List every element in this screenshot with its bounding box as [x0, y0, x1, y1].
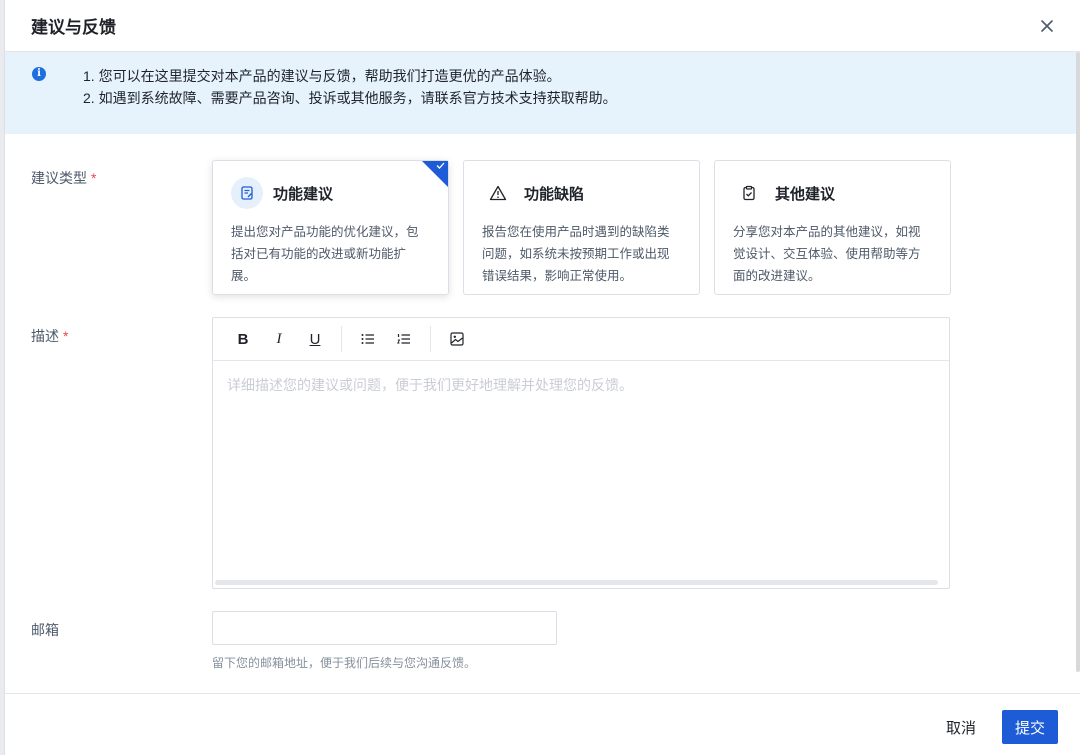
editor-toolbar: B I U: [213, 318, 949, 361]
type-card-defect[interactable]: 功能缺陷 报告您在使用产品时遇到的缺陷类问题，如系统未按预期工作或出现错误结果，…: [463, 160, 700, 295]
required-mark: *: [63, 328, 69, 344]
type-card-title: 功能缺陷: [524, 185, 585, 203]
type-card-title: 功能建议: [273, 185, 334, 203]
email-label: 邮箱: [31, 622, 59, 638]
type-card-desc: 分享您对本产品的其他建议，如视觉设计、交互体验、使用帮助等方面的改进建议。: [733, 225, 921, 283]
dialog-header: 建议与反馈: [5, 0, 1080, 52]
type-card-other[interactable]: 其他建议 分享您对本产品的其他建议，如视觉设计、交互体验、使用帮助等方面的改进建…: [714, 160, 951, 295]
dialog-title: 建议与反馈: [31, 18, 116, 37]
image-icon: [450, 332, 464, 346]
description-label: 描述 *: [31, 328, 69, 344]
toolbar-divider: [430, 326, 431, 352]
insert-image-button[interactable]: [439, 325, 475, 353]
notice-line-1: 1. 您可以在这里提交对本产品的建议与反馈，帮助我们打造更优的产品体验。: [83, 68, 561, 84]
feedback-dialog: 建议与反馈 i 1. 您可以在这里提交对本产品的建议与反馈，帮助我们打造更优的产…: [4, 0, 1080, 755]
rich-text-editor: B I U 详细描述您的建议或问题，便于我们更好地理解并处理您的反馈。: [212, 317, 950, 589]
bullet-list-button[interactable]: [350, 325, 386, 353]
vertical-scrollbar[interactable]: [1076, 52, 1080, 672]
notice-line-2: 2. 如遇到系统故障、需要产品咨询、投诉或其他服务，请联系官方技术支持获取帮助。: [83, 90, 617, 106]
underline-button[interactable]: U: [297, 325, 333, 353]
italic-button[interactable]: I: [261, 325, 297, 353]
bold-button[interactable]: B: [225, 325, 261, 353]
type-card-feature[interactable]: 功能建议 提出您对产品功能的优化建议，包括对已有功能的改进或新功能扩展。: [212, 160, 449, 295]
email-hint: 留下您的邮箱地址，便于我们后续与您沟通反馈。: [212, 656, 477, 670]
cancel-button[interactable]: 取消: [938, 711, 984, 743]
horizontal-scrollbar[interactable]: [215, 580, 938, 585]
check-icon: [436, 162, 445, 169]
toolbar-divider: [341, 326, 342, 352]
type-card-desc: 报告您在使用产品时遇到的缺陷类问题，如系统未按预期工作或出现错误结果，影响正常使…: [482, 225, 670, 283]
email-field[interactable]: [212, 611, 557, 645]
edit-document-icon: [231, 177, 263, 209]
warning-icon: [482, 177, 514, 209]
suggestion-type-options: 功能建议 提出您对产品功能的优化建议，包括对已有功能的改进或新功能扩展。 功能缺…: [212, 160, 951, 295]
info-notice: i 1. 您可以在这里提交对本产品的建议与反馈，帮助我们打造更优的产品体验。 2…: [5, 52, 1080, 134]
description-input[interactable]: 详细描述您的建议或问题，便于我们更好地理解并处理您的反馈。: [213, 361, 949, 409]
type-card-desc: 提出您对产品功能的优化建议，包括对已有功能的改进或新功能扩展。: [231, 225, 419, 283]
close-icon[interactable]: [1040, 15, 1054, 37]
bullet-list-icon: [361, 334, 374, 344]
info-icon: i: [32, 67, 46, 81]
dialog-footer: 取消 提交: [5, 693, 1080, 755]
clipboard-check-icon: [733, 177, 765, 209]
type-card-title: 其他建议: [775, 185, 836, 203]
numbered-list-icon: [397, 334, 410, 344]
submit-button[interactable]: 提交: [1002, 710, 1058, 744]
numbered-list-button[interactable]: [386, 325, 422, 353]
type-label: 建议类型 *: [31, 170, 97, 186]
required-mark: *: [91, 170, 97, 186]
